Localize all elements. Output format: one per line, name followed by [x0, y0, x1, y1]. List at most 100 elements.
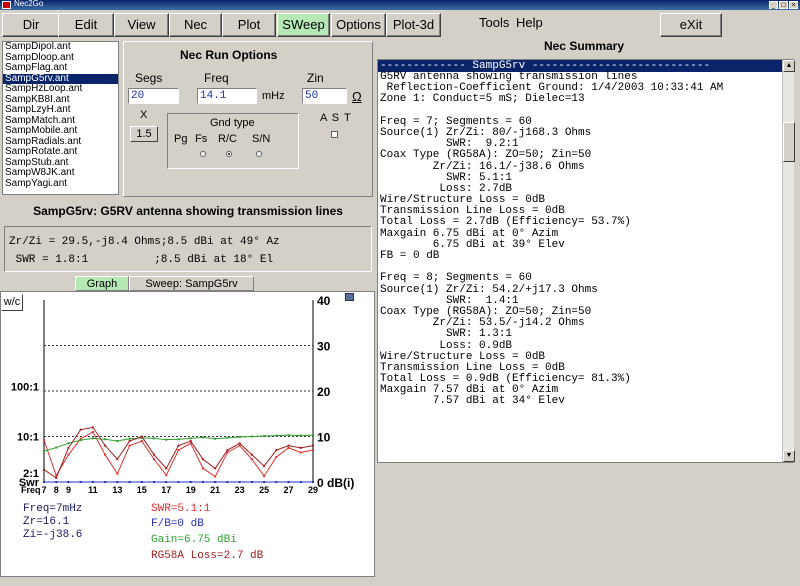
file-list[interactable]: SampDipol.ant SampDloop.ant SampFlag.ant Sa…	[2, 41, 119, 195]
readout-gain: Gain=6.75 dBi	[151, 534, 237, 546]
wc-button[interactable]: w/c	[1, 294, 23, 311]
summary-scrollbar[interactable]: ▲ ▼	[782, 60, 795, 462]
segs-input[interactable]: 20	[128, 88, 179, 104]
print-icon[interactable]	[345, 293, 354, 301]
close-icon[interactable]: ×	[789, 1, 798, 9]
file-list-item[interactable]: SampYagi.ant	[3, 178, 118, 190]
data-point	[287, 481, 290, 483]
options-button[interactable]: Options	[331, 13, 386, 37]
data-point	[189, 481, 192, 483]
right-tick-label: 30	[317, 340, 331, 354]
readout-zi: Zi=-j38.6	[23, 529, 83, 541]
gnd-radio-rc[interactable]	[226, 151, 232, 157]
left-tick-label: 10:1	[17, 432, 39, 444]
plot3d-button[interactable]: Plot-3d	[386, 13, 441, 37]
exit-button[interactable]: eXit	[660, 13, 722, 37]
x-tick-label: 21	[210, 485, 220, 495]
data-point	[177, 438, 180, 441]
data-point	[214, 481, 217, 483]
gnd-option-pg: Pg	[174, 133, 188, 145]
x-tick-label: 15	[137, 485, 147, 495]
menu-tools[interactable]: Tools	[479, 15, 509, 30]
menu-help[interactable]: Help	[516, 15, 543, 30]
data-point	[55, 481, 58, 483]
x-label: X	[140, 109, 148, 121]
zin-label: Zin	[307, 71, 324, 85]
data-point	[238, 481, 241, 483]
maximize-icon[interactable]: □	[779, 1, 788, 9]
file-list-item[interactable]: SampLzyH.ant	[3, 104, 118, 116]
file-list-item[interactable]: SampHzLoop.ant	[3, 83, 118, 95]
data-point	[153, 437, 156, 440]
data-point	[287, 434, 290, 437]
data-point	[128, 481, 131, 483]
tab-graph[interactable]: Graph	[75, 276, 129, 291]
x-axis-prefix: Freq	[21, 485, 41, 495]
ast-checkbox[interactable]	[331, 131, 338, 138]
data-point	[165, 474, 168, 477]
file-list-item[interactable]: SampFlag.ant	[3, 62, 118, 74]
x-tick-label: 7	[41, 485, 46, 495]
data-point	[287, 444, 290, 447]
summary-line: 7.57 dBi at 34° Elev	[380, 395, 565, 408]
readout-loss: RG58A Loss=2.7 dB	[151, 550, 264, 562]
data-point	[238, 442, 241, 445]
results-line-1: Zr/Zi = 29.5,-j8.4 Ohms;8.5 dBi at 49° A…	[9, 236, 280, 248]
data-point	[128, 437, 131, 440]
sweep-button[interactable]: SWeep	[277, 13, 330, 37]
app-icon	[2, 1, 11, 9]
x-tick-label: 17	[161, 485, 171, 495]
data-point	[165, 481, 168, 483]
left-tick-label: 100:1	[11, 381, 39, 393]
summary-text[interactable]: ------------- SampG5rv -----------------…	[377, 59, 794, 463]
x-value-button[interactable]: 1.5	[130, 126, 158, 142]
readout-fb: F/B=0 dB	[151, 518, 204, 530]
gnd-option-sn: S/N	[252, 133, 271, 145]
plot-button[interactable]: Plot	[222, 13, 276, 37]
file-list-item[interactable]: SampDipol.ant	[3, 42, 118, 53]
data-point	[201, 467, 204, 470]
dir-button[interactable]: Dir	[2, 13, 60, 37]
data-point	[128, 444, 131, 447]
data-point	[104, 438, 107, 441]
data-point	[312, 481, 314, 483]
minimize-icon[interactable]: _	[769, 1, 778, 9]
data-point	[128, 440, 131, 443]
data-point	[299, 434, 302, 437]
zin-input[interactable]: 50	[302, 88, 347, 104]
data-point	[153, 481, 156, 483]
summary-line: FB = 0 dB	[380, 250, 440, 262]
data-point	[299, 481, 302, 483]
x-tick-label: 27	[284, 485, 294, 495]
file-list-item[interactable]: SampMobile.ant	[3, 125, 118, 137]
results-box: Zr/Zi = 29.5,-j8.4 Ohms;8.5 dBi at 49° A…	[4, 226, 372, 272]
data-point	[275, 434, 278, 437]
data-point	[153, 453, 156, 456]
data-point	[67, 442, 70, 445]
data-point	[214, 475, 217, 478]
data-point	[275, 449, 278, 452]
gnd-radio-sn[interactable]	[256, 151, 262, 157]
view-button[interactable]: View	[114, 13, 169, 37]
data-point	[214, 467, 217, 470]
tab-sweep[interactable]: Sweep: SampG5rv	[129, 276, 254, 291]
right-tick-label: 10	[317, 431, 331, 445]
edit-button[interactable]: Edit	[58, 13, 114, 37]
summary-line: SWR: 1.3:1	[380, 328, 513, 341]
data-point	[275, 455, 278, 458]
scroll-down-icon[interactable]: ▼	[783, 450, 795, 462]
data-point	[263, 475, 266, 478]
freq-input[interactable]: 14.1	[197, 88, 257, 104]
scroll-thumb[interactable]	[783, 122, 795, 162]
file-list-item[interactable]: SampRotate.ant	[3, 146, 118, 158]
data-point	[116, 472, 119, 475]
nec-button[interactable]: Nec	[169, 13, 222, 37]
file-list-item[interactable]: SampW8JK.ant	[3, 167, 118, 179]
scroll-up-icon[interactable]: ▲	[783, 60, 795, 72]
freq-label: Freq	[204, 71, 229, 85]
data-point	[116, 481, 119, 483]
data-point	[140, 440, 143, 443]
data-point	[104, 444, 107, 447]
gnd-radio-fs[interactable]	[200, 151, 206, 157]
gnd-option-rc: R/C	[218, 133, 237, 145]
